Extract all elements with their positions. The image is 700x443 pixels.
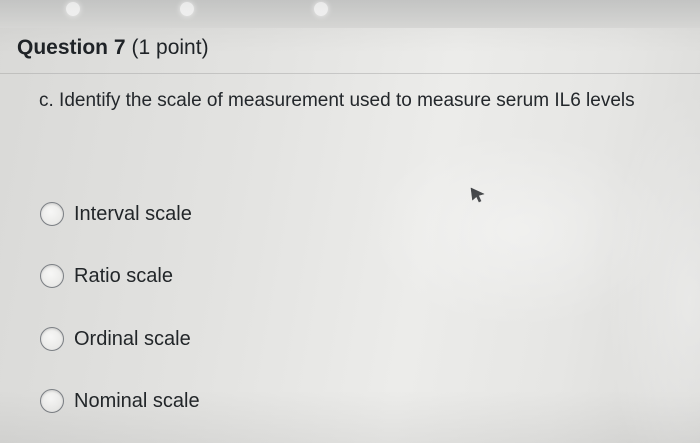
question-header: Question 7 (1 point) [17, 36, 209, 60]
option-ordinal-scale[interactable]: Ordinal scale [40, 325, 191, 353]
radio-button[interactable] [40, 264, 64, 288]
radio-button[interactable] [40, 389, 64, 413]
screen-glare-spot [66, 2, 80, 16]
radio-button[interactable] [40, 202, 64, 226]
mouse-pointer-icon [470, 187, 485, 203]
question-points: (1 point) [131, 36, 209, 59]
option-nominal-scale[interactable]: Nominal scale [40, 387, 200, 415]
screen-glare-spot [180, 2, 194, 16]
option-interval-scale[interactable]: Interval scale [40, 200, 192, 228]
screen-glare-spot [314, 2, 328, 16]
question-prompt: c. Identify the scale of measurement use… [39, 90, 635, 111]
option-label: Ordinal scale [74, 327, 191, 350]
option-label: Nominal scale [74, 389, 200, 412]
radio-button[interactable] [40, 327, 64, 351]
option-label: Interval scale [74, 202, 192, 225]
question-title: Question 7 [17, 36, 126, 59]
option-label: Ratio scale [74, 264, 173, 287]
header-divider [0, 73, 700, 74]
top-strip [0, 0, 700, 28]
option-ratio-scale[interactable]: Ratio scale [40, 262, 173, 290]
